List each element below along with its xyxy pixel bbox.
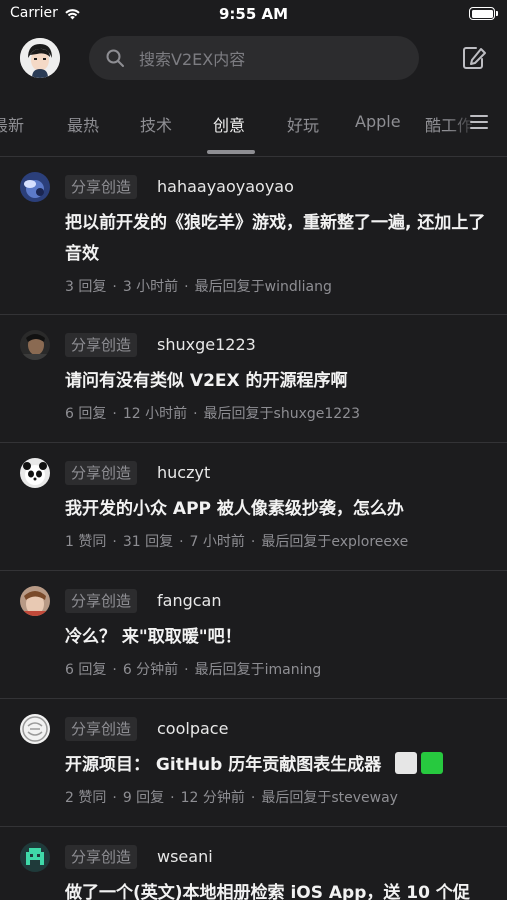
node-tag[interactable]: 分享创造 [65, 333, 138, 357]
reply-count: 3 回复 [65, 279, 107, 295]
tab-creative[interactable]: 创意 [213, 112, 245, 136]
post-time: 12 分钟前 [180, 790, 245, 806]
tab-hot[interactable]: 最热 [67, 112, 99, 136]
battery-icon [469, 7, 498, 20]
topic-title-row[interactable]: 开源项目： GitHub 历年贡献图表生成器 [65, 750, 490, 781]
reply-count: 6 回复 [65, 406, 107, 422]
topic-meta: 1 赞同 · 31 回复 · 7 小时前 · 最后回复于exploreexe [65, 534, 409, 550]
topic-item[interactable]: 分享创造 fangcan 冷么？ 来"取取暖"吧！ 6 回复 · 6 分钟前 · 最后回… [0, 571, 507, 699]
topic-title[interactable]: 开源项目： GitHub 历年贡献图表生成器 [65, 755, 381, 775]
post-time: 12 小时前 [122, 406, 188, 422]
tab-apple[interactable]: Apple [355, 112, 401, 131]
author-name[interactable]: huczyt [157, 463, 210, 482]
last-reply: 最后回复于exploreexe [261, 534, 409, 550]
node-tag[interactable]: 分享创造 [65, 717, 138, 741]
post-time: 7 小时前 [189, 534, 245, 550]
topic-item[interactable]: 分享创造 coolpace 开源项目： GitHub 历年贡献图表生成器 2 赞… [0, 699, 507, 827]
search-icon [106, 49, 124, 67]
last-reply: 最后回复于steveway [261, 790, 398, 806]
status-bar: Carrier 9:55 AM [0, 0, 507, 28]
topic-meta: 6 回复 · 6 分钟前 · 最后回复于imaning [65, 662, 322, 678]
tab-tech[interactable]: 技术 [140, 112, 172, 136]
topic-title[interactable]: 做了一个(英文)本地相册检索 iOS App，送 10 个促 [65, 878, 495, 900]
topic-item[interactable]: 分享创造 huczyt 我开发的小众 APP 被人像素级抄袭，怎么办 1 赞同 ·… [0, 443, 507, 571]
status-time: 9:55 AM [218, 5, 289, 23]
menu-icon[interactable] [469, 113, 489, 131]
author-name[interactable]: wseani [157, 847, 213, 866]
topic-item[interactable]: 分享创造 hahaayaoyaoyao 把以前开发的《狼吃羊》游戏，重新整了一遍… [0, 157, 507, 315]
author-avatar[interactable] [20, 714, 50, 744]
topic-meta: 6 回复 · 12 小时前 · 最后回复于shuxge1223 [65, 406, 360, 422]
reply-count: 6 回复 [65, 662, 107, 678]
topic-title[interactable]: 请问有没有类似 V2EX 的开源程序啊 [65, 366, 490, 397]
user-avatar-image [20, 38, 60, 78]
topic-item[interactable]: 分享创造 shuxge1223 请问有没有类似 V2EX 的开源程序啊 6 回复… [0, 315, 507, 443]
post-time: 3 小时前 [122, 279, 179, 295]
author-name[interactable]: shuxge1223 [157, 335, 256, 354]
tab-fun[interactable]: 好玩 [287, 112, 319, 136]
like-count: 2 赞同 [65, 790, 107, 806]
author-name[interactable]: coolpace [157, 719, 228, 738]
user-avatar[interactable] [20, 38, 60, 78]
node-tag[interactable]: 分享创造 [65, 589, 138, 613]
author-avatar[interactable] [20, 330, 50, 360]
topic-title[interactable]: 把以前开发的《狼吃羊》游戏，重新整了一遍, 还加上了音效 [65, 208, 490, 270]
search-placeholder: 搜索V2EX内容 [139, 50, 246, 69]
category-tabs: 最新 最热 技术 创意 好玩 Apple 酷工作 [0, 98, 507, 156]
topic-item[interactable]: 分享创造 wseani 做了一个(英文)本地相册检索 iOS App，送 10 … [0, 827, 507, 900]
last-reply: 最后回复于windliang [194, 279, 332, 295]
author-avatar[interactable] [20, 458, 50, 488]
topic-meta: 3 回复 · 3 小时前 · 最后回复于windliang [65, 279, 332, 295]
last-reply: 最后回复于shuxge1223 [203, 406, 360, 422]
topic-meta: 2 赞同 · 9 回复 · 12 分钟前 · 最后回复于steveway [65, 790, 398, 806]
author-avatar[interactable] [20, 586, 50, 616]
reply-count: 9 回复 [122, 790, 165, 806]
author-avatar[interactable] [20, 172, 50, 202]
post-time: 6 分钟前 [122, 662, 179, 678]
topic-title[interactable]: 我开发的小众 APP 被人像素级抄袭，怎么办 [65, 494, 490, 525]
active-tab-indicator [207, 150, 255, 154]
author-name[interactable]: hahaayaoyaoyao [157, 177, 294, 196]
top-bar: 搜索V2EX内容 [0, 34, 507, 84]
author-avatar[interactable] [20, 842, 50, 872]
node-tag[interactable]: 分享创造 [65, 175, 138, 199]
reply-count: 31 回复 [122, 534, 174, 550]
compose-icon[interactable] [460, 44, 488, 72]
node-tag[interactable]: 分享创造 [65, 461, 138, 485]
tab-latest[interactable]: 最新 [0, 112, 24, 136]
white-square-icon [395, 752, 418, 774]
like-count: 1 赞同 [65, 534, 107, 550]
node-tag[interactable]: 分享创造 [65, 845, 138, 869]
green-square-icon [421, 752, 444, 774]
author-name[interactable]: fangcan [157, 591, 221, 610]
last-reply: 最后回复于imaning [194, 662, 322, 678]
search-input[interactable]: 搜索V2EX内容 [89, 36, 419, 80]
topic-title[interactable]: 冷么？ 来"取取暖"吧！ [65, 622, 490, 653]
